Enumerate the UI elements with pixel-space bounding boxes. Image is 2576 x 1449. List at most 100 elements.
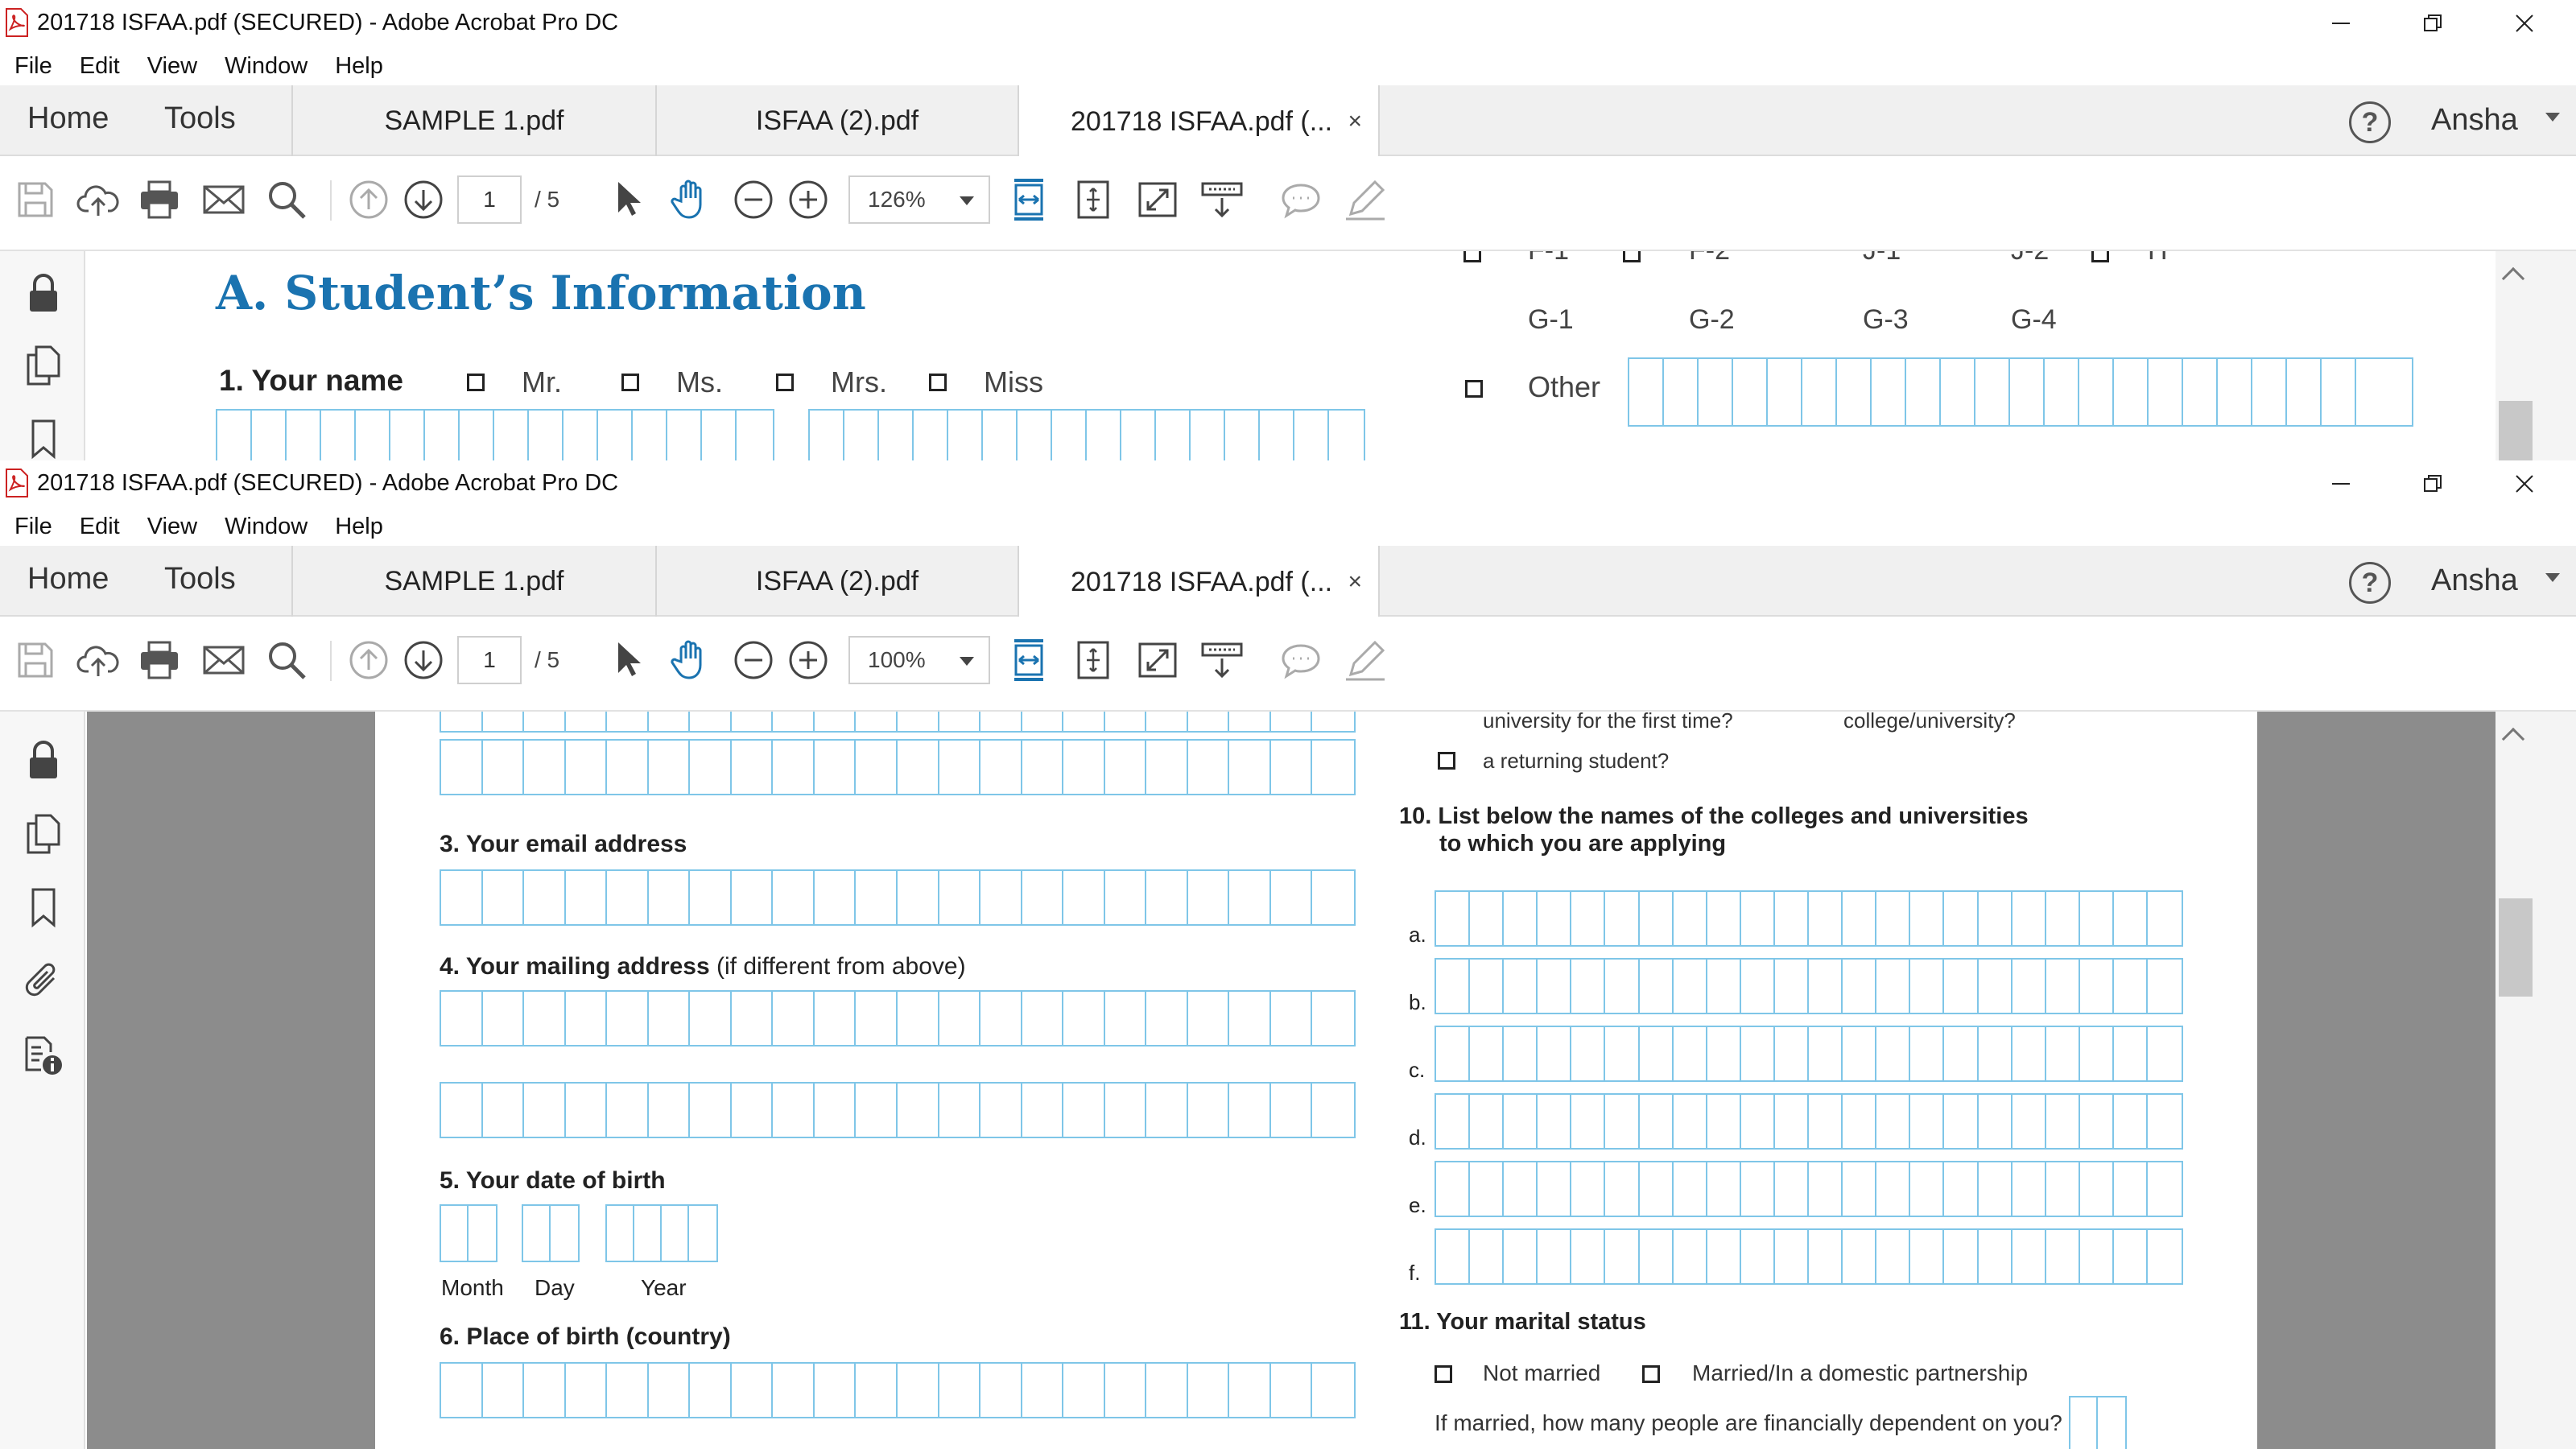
tab-home[interactable]: Home bbox=[27, 562, 109, 597]
zoom-out-button[interactable] bbox=[728, 174, 779, 225]
fit-width-button[interactable] bbox=[1003, 174, 1055, 225]
full-screen-button[interactable] bbox=[1132, 634, 1183, 686]
birth-country-field[interactable] bbox=[440, 1362, 1356, 1418]
menu-edit[interactable]: Edit bbox=[80, 53, 120, 80]
menu-view[interactable]: View bbox=[147, 514, 197, 540]
married-checkbox[interactable] bbox=[1642, 1365, 1660, 1383]
fit-width-button[interactable] bbox=[1003, 634, 1055, 686]
print-button[interactable] bbox=[134, 634, 185, 686]
read-mode-button[interactable] bbox=[1196, 634, 1248, 686]
name-field-last[interactable] bbox=[808, 409, 1365, 460]
hand-tool-button[interactable] bbox=[665, 634, 716, 686]
user-menu-caret-icon[interactable] bbox=[2545, 113, 2560, 122]
select-tool-button[interactable] bbox=[602, 634, 654, 686]
upload-button[interactable] bbox=[72, 174, 124, 225]
hand-tool-button[interactable] bbox=[665, 174, 716, 225]
attachments-button[interactable] bbox=[19, 956, 68, 1005]
user-name[interactable]: Ansha bbox=[2431, 103, 2518, 138]
bookmarks-button[interactable] bbox=[19, 884, 68, 932]
minimize-button[interactable] bbox=[2296, 462, 2386, 506]
zoom-select[interactable]: 100% bbox=[848, 636, 990, 684]
vertical-scrollbar-top[interactable] bbox=[2496, 251, 2576, 460]
bookmarks-button[interactable] bbox=[19, 415, 68, 460]
help-icon[interactable]: ? bbox=[2349, 101, 2391, 143]
tab-close-icon[interactable]: × bbox=[1348, 568, 1362, 596]
not-married-checkbox[interactable] bbox=[1435, 1365, 1452, 1383]
close-button[interactable] bbox=[2479, 462, 2570, 506]
comment-button[interactable] bbox=[1275, 174, 1327, 225]
help-icon[interactable]: ? bbox=[2349, 562, 2391, 604]
zoom-in-button[interactable] bbox=[782, 634, 834, 686]
tab-tools[interactable]: Tools bbox=[164, 562, 236, 597]
dependents-field[interactable] bbox=[2069, 1396, 2127, 1449]
page-number-input[interactable]: 1 bbox=[457, 175, 522, 224]
mailing-address-line-1[interactable] bbox=[440, 990, 1356, 1046]
tab-isfaa-2[interactable]: ISFAA (2).pdf bbox=[655, 546, 1018, 617]
tab-sample-1[interactable]: SAMPLE 1.pdf bbox=[291, 85, 655, 156]
comment-button[interactable] bbox=[1275, 634, 1327, 686]
title-ms-checkbox[interactable] bbox=[621, 374, 639, 391]
name-field-line-2[interactable] bbox=[440, 739, 1356, 795]
menu-view[interactable]: View bbox=[147, 53, 197, 80]
mailing-address-line-2[interactable] bbox=[440, 1082, 1356, 1138]
menu-edit[interactable]: Edit bbox=[80, 514, 120, 540]
fit-page-button[interactable] bbox=[1067, 174, 1119, 225]
tab-tools[interactable]: Tools bbox=[164, 101, 236, 136]
college-d-field[interactable] bbox=[1435, 1093, 2183, 1150]
save-button[interactable] bbox=[10, 174, 61, 225]
menu-file[interactable]: File bbox=[14, 514, 52, 540]
title-miss-checkbox[interactable] bbox=[929, 374, 947, 391]
menu-file[interactable]: File bbox=[14, 53, 52, 80]
search-button[interactable] bbox=[261, 634, 312, 686]
college-c-field[interactable] bbox=[1435, 1026, 2183, 1082]
prev-page-button[interactable] bbox=[343, 634, 394, 686]
dob-day-field[interactable] bbox=[522, 1204, 580, 1262]
restore-button[interactable] bbox=[2388, 462, 2478, 506]
zoom-in-button[interactable] bbox=[782, 174, 834, 225]
menu-help[interactable]: Help bbox=[335, 514, 383, 540]
college-b-field[interactable] bbox=[1435, 958, 2183, 1014]
tab-home[interactable]: Home bbox=[27, 101, 109, 136]
menu-help[interactable]: Help bbox=[335, 53, 383, 80]
vertical-scrollbar-bottom[interactable] bbox=[2496, 712, 2576, 1449]
visa-other-field[interactable] bbox=[1628, 357, 2413, 427]
pages-button[interactable] bbox=[19, 341, 68, 390]
visa-f1-checkbox[interactable] bbox=[1463, 251, 1481, 262]
user-menu-caret-icon[interactable] bbox=[2545, 573, 2560, 582]
next-page-button[interactable] bbox=[398, 174, 449, 225]
fit-page-button[interactable] bbox=[1067, 634, 1119, 686]
tab-isfaa-2[interactable]: ISFAA (2).pdf bbox=[655, 85, 1018, 156]
tab-201718-isfaa[interactable]: 201718 ISFAA.pdf (... × bbox=[1018, 85, 1378, 158]
menu-window[interactable]: Window bbox=[225, 514, 308, 540]
title-mrs-checkbox[interactable] bbox=[776, 374, 794, 391]
dob-year-field[interactable] bbox=[605, 1204, 718, 1262]
restore-button[interactable] bbox=[2388, 2, 2478, 45]
menu-window[interactable]: Window bbox=[225, 53, 308, 80]
scroll-thumb[interactable] bbox=[2499, 898, 2533, 997]
name-field-continued[interactable] bbox=[440, 712, 1356, 733]
prev-page-button[interactable] bbox=[343, 174, 394, 225]
close-button[interactable] bbox=[2479, 2, 2570, 45]
college-a-field[interactable] bbox=[1435, 890, 2183, 947]
name-field-first[interactable] bbox=[216, 409, 774, 460]
tab-201718-isfaa[interactable]: 201718 ISFAA.pdf (... × bbox=[1018, 546, 1378, 618]
minimize-button[interactable] bbox=[2296, 2, 2386, 45]
sign-button[interactable] bbox=[1340, 174, 1391, 225]
security-button[interactable] bbox=[19, 269, 68, 317]
page-number-input[interactable]: 1 bbox=[457, 636, 522, 684]
save-button[interactable] bbox=[10, 634, 61, 686]
user-name[interactable]: Ansha bbox=[2431, 564, 2518, 598]
doc-properties-button[interactable] bbox=[19, 1032, 68, 1080]
tab-sample-1[interactable]: SAMPLE 1.pdf bbox=[291, 546, 655, 617]
email-button[interactable] bbox=[198, 174, 250, 225]
scroll-up-icon[interactable] bbox=[2501, 727, 2525, 751]
visa-h-checkbox[interactable] bbox=[2091, 251, 2109, 262]
college-e-field[interactable] bbox=[1435, 1161, 2183, 1217]
tab-close-icon[interactable]: × bbox=[1348, 108, 1362, 135]
pages-button[interactable] bbox=[19, 810, 68, 858]
select-tool-button[interactable] bbox=[602, 174, 654, 225]
zoom-select[interactable]: 126% bbox=[848, 175, 990, 224]
full-screen-button[interactable] bbox=[1132, 174, 1183, 225]
zoom-out-button[interactable] bbox=[728, 634, 779, 686]
search-button[interactable] bbox=[261, 174, 312, 225]
